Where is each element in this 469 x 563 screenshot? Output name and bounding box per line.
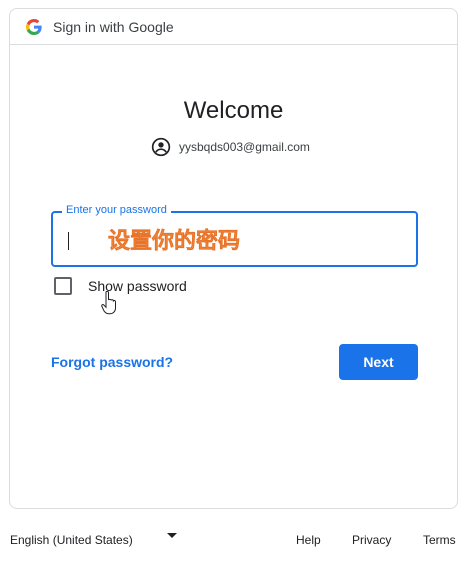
chevron-down-icon[interactable]: [167, 533, 177, 538]
privacy-link[interactable]: Privacy: [352, 533, 391, 547]
account-chip[interactable]: yysbqds003@gmail.com: [151, 137, 310, 157]
show-password-checkbox[interactable]: [54, 277, 72, 295]
password-field[interactable]: Enter your password 设置你的密码: [51, 204, 418, 267]
show-password-toggle[interactable]: Show password: [54, 277, 187, 295]
page-title: Welcome: [183, 97, 284, 124]
account-email: yysbqds003@gmail.com: [179, 140, 310, 154]
password-field-label: Enter your password: [62, 204, 171, 216]
header-title: Sign in with Google: [53, 19, 174, 35]
language-label: English (United States): [10, 533, 133, 547]
forgot-password-link[interactable]: Forgot password?: [51, 354, 173, 370]
overlay-caption: 设置你的密码: [108, 229, 241, 255]
sign-in-card: Sign in with Google Welcome yysbqds003@g…: [9, 8, 458, 509]
next-button[interactable]: Next: [339, 344, 418, 380]
google-g-icon: [26, 19, 42, 35]
language-select[interactable]: English (United States): [10, 533, 133, 547]
card-header: Sign in with Google: [10, 9, 457, 45]
help-link[interactable]: Help: [296, 533, 321, 547]
account-circle-icon: [151, 137, 171, 157]
footer: English (United States) Help Privacy Ter…: [0, 527, 469, 555]
terms-link[interactable]: Terms: [423, 533, 456, 547]
hand-pointer-icon: [101, 291, 116, 315]
text-caret: [68, 232, 69, 250]
